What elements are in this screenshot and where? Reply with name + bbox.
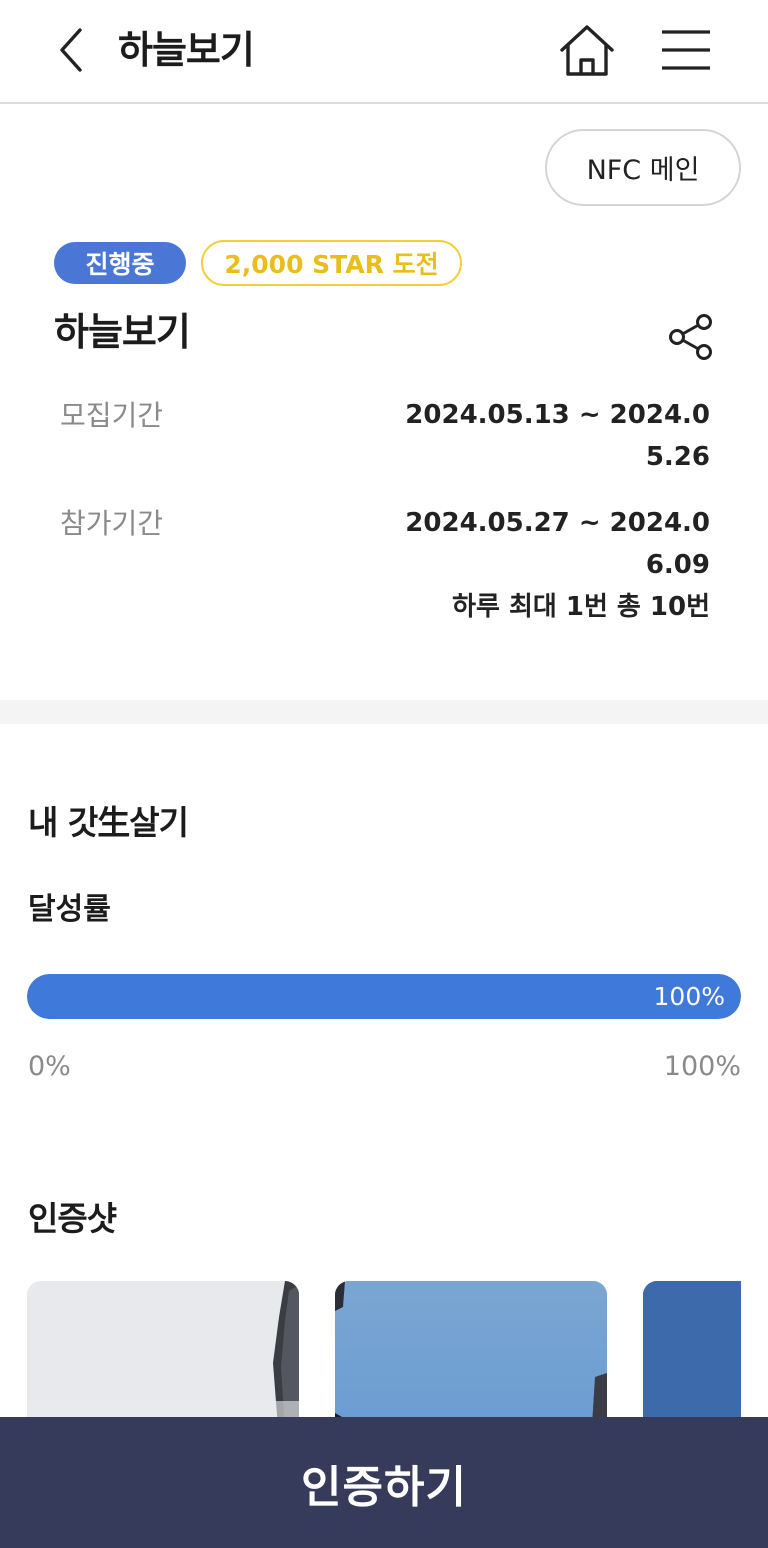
- achievement-rate-label: 달성률: [28, 892, 111, 927]
- page-title: 하늘보기: [118, 28, 255, 72]
- recruit-period-label: 모집기간: [60, 399, 164, 432]
- app-header: 하늘보기: [0, 0, 768, 104]
- challenge-title: 하늘보기: [54, 310, 191, 354]
- star-challenge-badge: 2,000 STAR 도전: [201, 240, 462, 286]
- progress-fill: [27, 974, 741, 1019]
- nfc-main-label: NFC 메인: [586, 155, 700, 186]
- hamburger-menu-icon: [662, 30, 710, 70]
- participate-period-label: 참가기간: [60, 507, 164, 540]
- chevron-left-icon: [60, 28, 82, 72]
- my-section-title: 내 갓生살기: [28, 803, 189, 842]
- certify-button-label: 인증하기: [301, 1461, 467, 1513]
- home-icon: [560, 25, 614, 76]
- back-button[interactable]: [52, 24, 92, 76]
- home-button[interactable]: [556, 22, 618, 80]
- achievement-progress-bar: 100%: [27, 974, 741, 1019]
- progress-scale-max: 100%: [663, 1051, 741, 1082]
- share-button[interactable]: [666, 312, 718, 362]
- menu-button[interactable]: [658, 24, 714, 76]
- progress-percent-text: 100%: [653, 982, 725, 1011]
- share-icon: [669, 314, 712, 360]
- progress-scale-min: 0%: [28, 1051, 71, 1082]
- status-badge: 진행중: [54, 242, 186, 284]
- nfc-main-button[interactable]: NFC 메인: [545, 129, 741, 206]
- participate-period-value: 2024.05.27 ~ 2024.06.09: [405, 508, 710, 580]
- section-divider: [0, 700, 768, 724]
- certify-button[interactable]: 인증하기: [0, 1417, 768, 1548]
- participation-frequency: 하루 최대 1번 총 10번: [452, 592, 710, 622]
- recruit-period-value: 2024.05.13 ~ 2024.05.26: [405, 400, 710, 472]
- cert-shots-title: 인증샷: [28, 1199, 117, 1238]
